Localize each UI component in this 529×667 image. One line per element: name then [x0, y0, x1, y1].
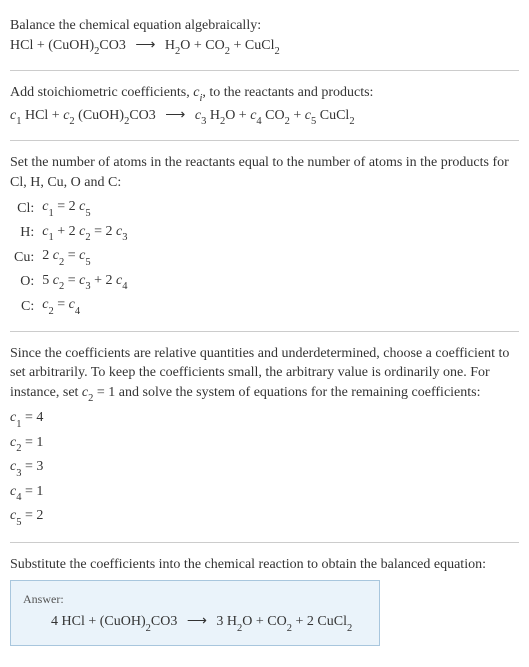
balanced-equation: 4 HCl + (CuOH)2CO3 ⟶ 3 H2O + CO2 + 2 CuC…	[23, 612, 367, 634]
atom-balance-text: Set the number of atoms in the reactants…	[10, 153, 519, 192]
divider	[10, 331, 519, 332]
table-row: O: 5 c2 = c3 + 2 c4	[10, 270, 131, 294]
equation-table: Cl: c1 = 2 c5 H: c1 + 2 c2 = 2 c3 Cu: 2 …	[10, 196, 131, 318]
stoich-text: Add stoichiometric coefficients, ci, to …	[10, 83, 519, 105]
section-stoich: Add stoichiometric coefficients, ci, to …	[10, 75, 519, 136]
section-answer: Substitute the coefficients into the che…	[10, 547, 519, 654]
answer-box: Answer: 4 HCl + (CuOH)2CO3 ⟶ 3 H2O + CO2…	[10, 580, 380, 645]
divider	[10, 542, 519, 543]
list-item: c2 = 1	[10, 432, 519, 456]
reactants-part: HCl + (CuOH)2CO3	[10, 38, 126, 53]
divider	[10, 140, 519, 141]
list-item: c5 = 2	[10, 505, 519, 529]
substitute-text: Substitute the coefficients into the che…	[10, 555, 519, 575]
table-row: Cl: c1 = 2 c5	[10, 196, 131, 220]
table-row: H: c1 + 2 c2 = 2 c3	[10, 221, 131, 245]
list-item: c1 = 4	[10, 407, 519, 431]
table-row: C: c2 = c4	[10, 294, 131, 318]
element-equation: 2 c2 = c5	[38, 245, 131, 269]
section-atom-balance: Set the number of atoms in the reactants…	[10, 145, 519, 327]
divider	[10, 70, 519, 71]
table-row: Cu: 2 c2 = c5	[10, 245, 131, 269]
answer-label: Answer:	[23, 591, 367, 608]
element-label: O:	[10, 270, 38, 294]
reaction-arrow-icon: ⟶	[165, 106, 185, 126]
element-equation: c2 = c4	[38, 294, 131, 318]
solve-text: Since the coefficients are relative quan…	[10, 344, 519, 406]
section-balance-intro: Balance the chemical equation algebraica…	[10, 8, 519, 66]
element-label: H:	[10, 221, 38, 245]
coefficient-list: c1 = 4 c2 = 1 c3 = 3 c4 = 1 c5 = 2	[10, 407, 519, 529]
element-equation: c1 + 2 c2 = 2 c3	[38, 221, 131, 245]
reaction-arrow-icon: ⟶	[187, 612, 207, 632]
section-solve: Since the coefficients are relative quan…	[10, 336, 519, 538]
list-item: c4 = 1	[10, 481, 519, 505]
element-equation: 5 c2 = c3 + 2 c4	[38, 270, 131, 294]
unbalanced-equation: HCl + (CuOH)2CO3 ⟶ H2O + CO2 + CuCl2	[10, 36, 519, 58]
element-label: Cl:	[10, 196, 38, 220]
element-label: Cu:	[10, 245, 38, 269]
intro-text: Balance the chemical equation algebraica…	[10, 16, 519, 36]
stoich-equation: c1 HCl + c2 (CuOH)2CO3 ⟶ c3 H2O + c4 CO2…	[10, 106, 519, 128]
list-item: c3 = 3	[10, 456, 519, 480]
element-label: C:	[10, 294, 38, 318]
element-equation: c1 = 2 c5	[38, 196, 131, 220]
reaction-arrow-icon: ⟶	[135, 36, 155, 56]
products-part: H2O + CO2 + CuCl2	[165, 38, 280, 53]
